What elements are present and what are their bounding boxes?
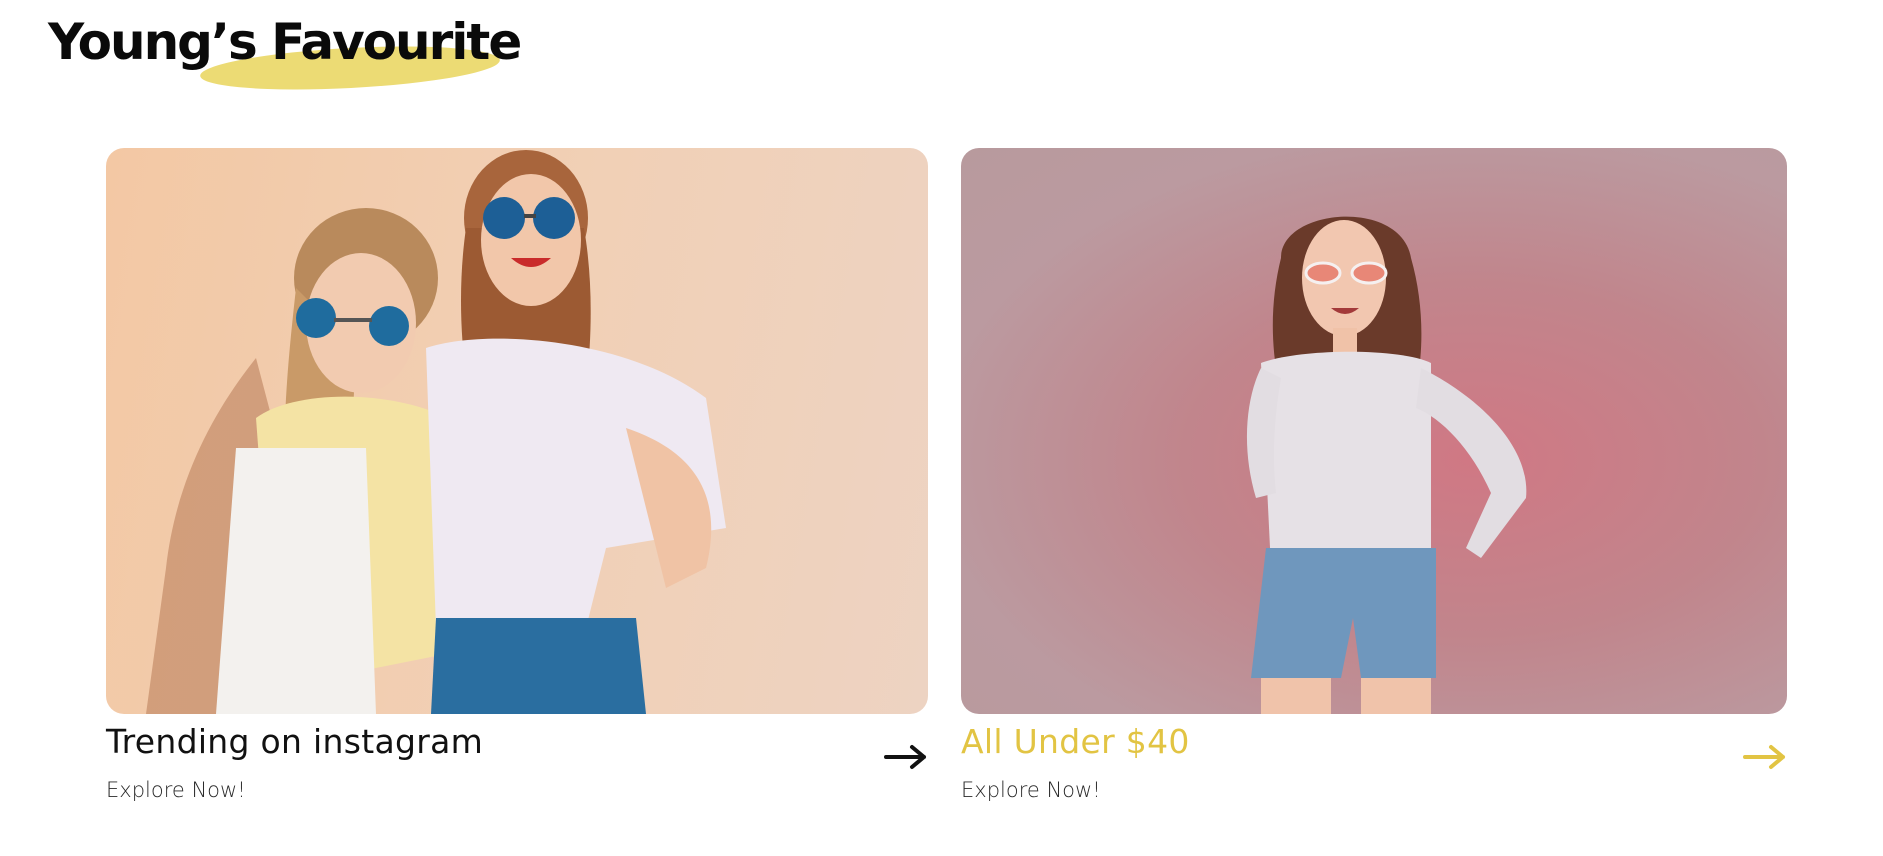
photo-illustration (1246, 216, 1527, 714)
section-heading: Young’s Favourite (48, 4, 522, 96)
arrow-right-icon[interactable] (884, 744, 928, 770)
page: Young’s Favourite Trending on instagram … (0, 0, 1883, 856)
card-image-under-40[interactable] (961, 148, 1787, 714)
card-meta-trending: Trending on instagram Explore Now! (106, 714, 928, 814)
card-title[interactable]: All Under $40 (961, 722, 1190, 761)
card-meta-under-40: All Under $40 Explore Now! (961, 714, 1787, 814)
photo-illustration (146, 150, 726, 714)
arrow-right-icon[interactable] (1743, 744, 1787, 770)
section-title: Young’s Favourite (48, 13, 522, 71)
card-title[interactable]: Trending on instagram (106, 722, 483, 761)
explore-now-link[interactable]: Explore Now! (106, 778, 246, 802)
collection-card-under-40[interactable]: All Under $40 Explore Now! (961, 148, 1787, 814)
explore-now-link[interactable]: Explore Now! (961, 778, 1101, 802)
collection-card-trending[interactable]: Trending on instagram Explore Now! (106, 148, 928, 814)
card-image-trending[interactable] (106, 148, 928, 714)
